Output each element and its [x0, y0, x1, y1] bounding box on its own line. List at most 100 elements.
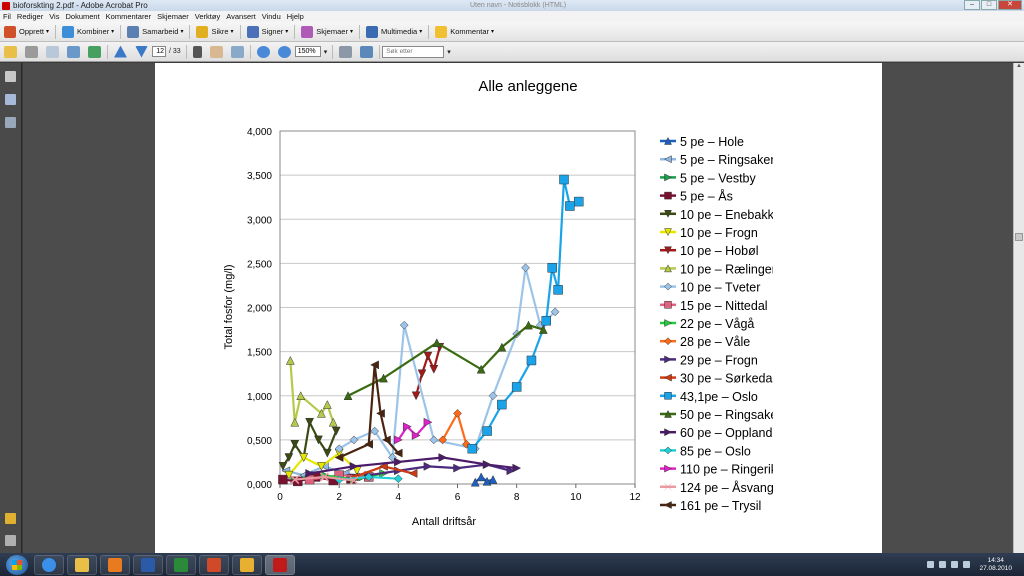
- minimize-button[interactable]: –: [964, 0, 980, 10]
- create-button[interactable]: Opprett ▾: [0, 23, 53, 41]
- show-hidden-icons-icon[interactable]: [927, 561, 935, 568]
- save-icon[interactable]: [46, 45, 59, 58]
- menu-document[interactable]: Dokument: [62, 12, 102, 21]
- share-icon[interactable]: [88, 45, 101, 58]
- zoom-level-input[interactable]: 150%: [294, 46, 321, 57]
- acrobat-app-icon: [2, 1, 10, 10]
- zoom-in-icon[interactable]: [277, 45, 291, 58]
- signature-icon[interactable]: [5, 117, 16, 128]
- collaborate-button[interactable]: Samarbeid ▾: [123, 23, 187, 41]
- legend-marker: [664, 355, 673, 364]
- comment-icon: [435, 25, 448, 38]
- legend-label: 110 pe – Ringerike: [680, 463, 784, 477]
- arrow-down-icon[interactable]: [135, 45, 148, 58]
- legend-item: 60 pe – Oppland: [660, 426, 772, 440]
- chevron-down-icon[interactable]: ▾: [324, 48, 328, 56]
- data-point: [399, 320, 409, 330]
- paperclip-icon[interactable]: [5, 535, 16, 546]
- page-number-input[interactable]: 12: [152, 46, 166, 57]
- cursor-icon[interactable]: [192, 45, 202, 58]
- signal-icon[interactable]: [951, 561, 959, 568]
- toolbar-divider: [294, 24, 296, 39]
- combine-button[interactable]: Kombiner ▾: [58, 23, 118, 41]
- search-input[interactable]: Søk etter: [382, 45, 445, 58]
- taskbar-excel[interactable]: [166, 554, 196, 575]
- chevron-down-icon: ▾: [285, 29, 289, 35]
- forms-button[interactable]: Skjemaer ▾: [297, 23, 357, 41]
- data-point: [497, 399, 507, 410]
- forms-label: Skjemaer: [316, 27, 348, 36]
- create-label: Opprett: [19, 27, 45, 36]
- x-tick-label: 2: [336, 492, 342, 503]
- chevron-down-icon[interactable]: ▾: [447, 48, 451, 56]
- toolbar-divider: [189, 24, 191, 39]
- menu-window[interactable]: Vindu: [259, 12, 284, 21]
- scroll-thumb[interactable]: [1015, 233, 1023, 241]
- menu-comments[interactable]: Kommentarer: [103, 12, 154, 21]
- create-icon: [4, 25, 16, 38]
- menu-edit[interactable]: Rediger: [14, 12, 46, 21]
- zoom-out-icon[interactable]: [256, 45, 270, 58]
- menu-forms[interactable]: Skjemaer: [154, 12, 192, 21]
- taskbar-powerpoint[interactable]: [199, 554, 229, 575]
- data-point: [511, 382, 522, 392]
- folder-icon[interactable]: [4, 45, 17, 58]
- taskbar-media-player[interactable]: [100, 554, 130, 575]
- taskbar-internet-explorer[interactable]: [34, 554, 64, 575]
- legend-item: 5 pe – Ringsaker: [660, 153, 773, 167]
- taskbar-explorer[interactable]: [67, 554, 97, 575]
- data-point: [423, 461, 433, 471]
- fit-page-icon[interactable]: [339, 45, 353, 58]
- comment-button[interactable]: Kommentar ▾: [431, 23, 498, 41]
- bookmarks-icon[interactable]: [5, 94, 16, 105]
- taskbar-word[interactable]: [133, 554, 163, 575]
- menu-tools[interactable]: Verktøy: [192, 12, 223, 21]
- maximize-button[interactable]: □: [981, 0, 997, 10]
- close-button[interactable]: ✕: [998, 0, 1022, 10]
- menu-view[interactable]: Vis: [46, 12, 62, 21]
- legend-marker: [664, 392, 672, 400]
- data-point: [482, 426, 492, 436]
- legend-label: 15 pe – Nittedal: [680, 299, 768, 313]
- menu-advanced[interactable]: Avansert: [223, 12, 258, 21]
- excel-icon: [174, 557, 188, 572]
- legend-item: 28 pe – Våle: [660, 335, 750, 349]
- page-total: / 33: [169, 48, 181, 55]
- taskbar-outlook[interactable]: [232, 554, 262, 575]
- legend-label: 10 pe – Rælingen: [680, 262, 779, 276]
- legend-label: 30 pe – Sørkedalen: [680, 372, 789, 386]
- printer-icon[interactable]: [25, 45, 38, 58]
- scroll-up-icon[interactable]: ▲: [1014, 63, 1024, 73]
- start-button[interactable]: [6, 554, 28, 575]
- legend-marker: [664, 173, 673, 182]
- menu-help[interactable]: Hjelp: [284, 12, 307, 21]
- sign-button[interactable]: Signer ▾: [243, 23, 293, 41]
- full-screen-icon[interactable]: [360, 45, 374, 58]
- legend-item: 161 pe – Trysil: [660, 499, 761, 513]
- system-clock[interactable]: 14:34 27.08.2010: [979, 557, 1012, 573]
- multimedia-button[interactable]: Multimedia ▾: [362, 23, 426, 41]
- volume-icon[interactable]: [963, 561, 971, 568]
- pages-icon[interactable]: [5, 71, 16, 82]
- hand-icon[interactable]: [209, 45, 223, 58]
- vertical-scrollbar[interactable]: ▲: [1013, 63, 1024, 553]
- arrow-up-icon[interactable]: [114, 45, 127, 58]
- zoom-icon[interactable]: [230, 45, 244, 58]
- network-icon[interactable]: [939, 561, 947, 568]
- legend-item: 50 pe – Ringsaker: [660, 408, 773, 422]
- legend-label: 124 pe – Åsvang: [680, 480, 774, 495]
- taskbar-acrobat[interactable]: [265, 554, 295, 575]
- data-point: [488, 391, 498, 401]
- x-tick-label: 8: [514, 492, 520, 503]
- data-point: [467, 443, 478, 454]
- y-tick-label: 3,000: [247, 215, 272, 226]
- data-point: [526, 355, 537, 366]
- legend-marker: [663, 373, 672, 382]
- email-icon[interactable]: [67, 45, 80, 58]
- legend-item: 5 pe – Ås: [660, 189, 733, 204]
- chevron-down-icon: ▾: [419, 29, 423, 35]
- secure-button[interactable]: Sikre ▾: [192, 23, 237, 41]
- menu-file[interactable]: Fil: [0, 12, 14, 21]
- legend-label: 5 pe – Hole: [680, 135, 744, 149]
- comment-bubble-icon[interactable]: [5, 513, 16, 524]
